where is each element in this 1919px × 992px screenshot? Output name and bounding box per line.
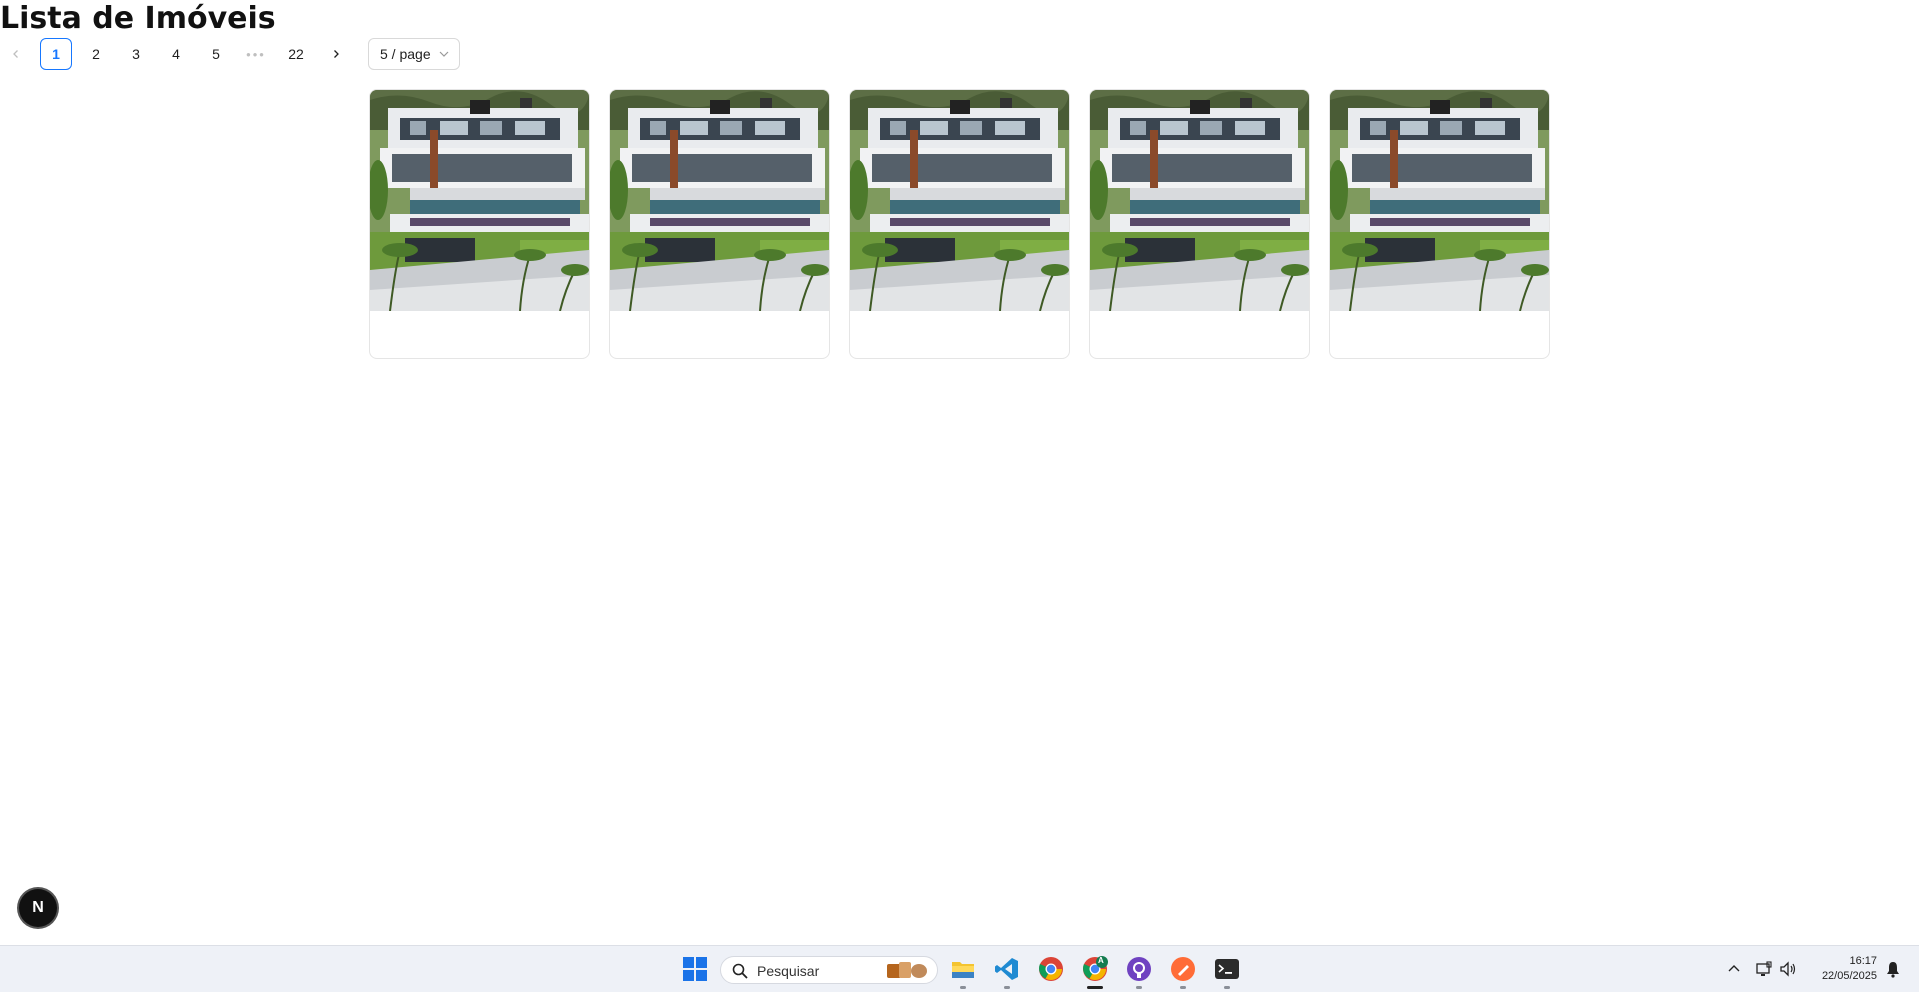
taskbar-search-input[interactable]: Pesquisar bbox=[720, 956, 938, 984]
property-image bbox=[370, 90, 589, 311]
pagination-page-1[interactable]: 1 bbox=[40, 38, 72, 70]
terminal-icon[interactable] bbox=[1214, 956, 1240, 982]
volume-icon[interactable] bbox=[1779, 960, 1797, 978]
running-indicator-active bbox=[1087, 986, 1103, 989]
running-indicator bbox=[1004, 986, 1010, 989]
taskbar-search-placeholder: Pesquisar bbox=[757, 963, 820, 979]
running-indicator bbox=[960, 986, 966, 989]
page-size-value: 5 / page bbox=[380, 46, 431, 62]
pagination-next-button[interactable] bbox=[320, 38, 352, 70]
chrome-profile-icon[interactable] bbox=[1082, 956, 1108, 982]
pagination-prev-button[interactable] bbox=[0, 38, 32, 70]
pagination-page-2[interactable]: 2 bbox=[80, 38, 112, 70]
property-card[interactable] bbox=[1329, 89, 1550, 359]
property-image bbox=[1330, 90, 1549, 311]
chevron-down-icon bbox=[439, 51, 449, 57]
taskbar-clock[interactable]: 16:17 22/05/2025 bbox=[1822, 954, 1877, 984]
vscode-icon[interactable] bbox=[994, 956, 1020, 982]
chevron-left-icon bbox=[13, 50, 18, 58]
running-indicator bbox=[1224, 986, 1230, 989]
property-card[interactable] bbox=[369, 89, 590, 359]
chrome-profile-badge: A bbox=[1098, 956, 1104, 965]
pagination-page-5[interactable]: 5 bbox=[200, 38, 232, 70]
nextjs-dev-indicator[interactable]: N bbox=[19, 889, 57, 927]
property-card[interactable] bbox=[1089, 89, 1310, 359]
running-indicator bbox=[1180, 986, 1186, 989]
github-desktop-icon[interactable] bbox=[1126, 956, 1152, 982]
pagination-page-last[interactable]: 22 bbox=[280, 38, 312, 70]
notification-bell-icon[interactable] bbox=[1884, 960, 1902, 978]
chrome-icon[interactable] bbox=[1038, 956, 1064, 982]
search-highlight-icon bbox=[887, 962, 927, 978]
pagination-page-3[interactable]: 3 bbox=[120, 38, 152, 70]
clock-time: 16:17 bbox=[1849, 955, 1877, 967]
search-icon bbox=[732, 963, 748, 979]
pagination-jump-next[interactable]: ••• bbox=[240, 38, 272, 70]
taskbar: Pesquisar A 16:17 22/05/2025 bbox=[0, 945, 1919, 992]
page-title: Lista de Imóveis bbox=[0, 1, 276, 36]
property-card[interactable] bbox=[609, 89, 830, 359]
network-icon[interactable] bbox=[1755, 960, 1773, 978]
file-explorer-icon[interactable] bbox=[950, 956, 976, 982]
chevron-right-icon bbox=[334, 50, 339, 58]
property-card[interactable] bbox=[849, 89, 1070, 359]
property-image bbox=[850, 90, 1069, 311]
running-indicator bbox=[1136, 986, 1142, 989]
page-size-select[interactable]: 5 / page bbox=[368, 38, 460, 70]
chevron-up-icon[interactable] bbox=[1725, 960, 1743, 978]
property-image bbox=[610, 90, 829, 311]
nextjs-dev-indicator-label: N bbox=[32, 899, 44, 916]
postman-icon[interactable] bbox=[1170, 956, 1196, 982]
property-image bbox=[1090, 90, 1309, 311]
pagination-page-4[interactable]: 4 bbox=[160, 38, 192, 70]
clock-date: 22/05/2025 bbox=[1821, 970, 1877, 982]
windows-start-icon[interactable] bbox=[682, 956, 708, 982]
